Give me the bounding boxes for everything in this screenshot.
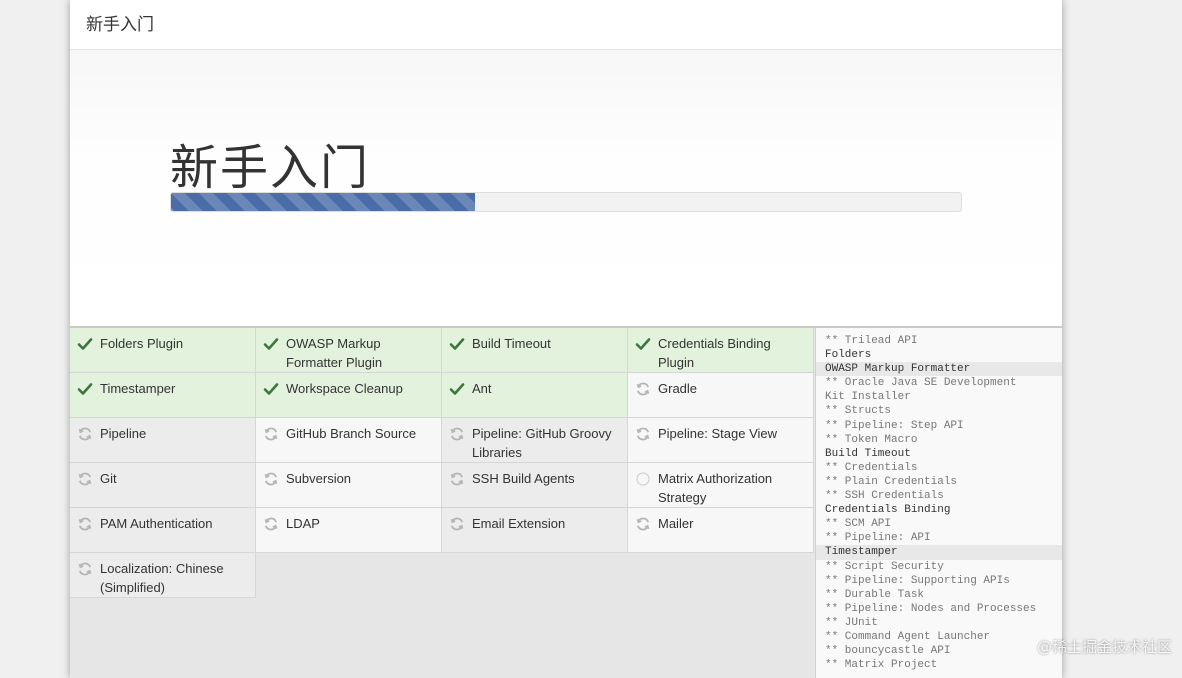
refresh-icon <box>635 381 651 397</box>
check-icon <box>77 336 93 352</box>
plugin-label: Mailer <box>658 516 694 531</box>
plugin-item: Gradle <box>628 373 814 418</box>
plugin-label: OWASP Markup Formatter Plugin <box>286 336 383 370</box>
log-line: OWASP Markup Formatter <box>816 362 1062 377</box>
plugin-grid: Folders Plugin OWASP Markup Formatter Plu… <box>70 328 814 598</box>
install-log[interactable]: ** Trilead API Folders OWASP Markup Format… <box>815 328 1062 678</box>
log-line: ** Script Security <box>825 560 944 573</box>
plugin-label: Pipeline: Stage View <box>658 426 778 441</box>
refresh-icon <box>263 516 279 532</box>
plugin-label: Build Timeout <box>472 336 551 351</box>
plugin-item: Matrix Authorization Strategy <box>628 463 814 508</box>
plugin-item: LDAP <box>256 508 442 553</box>
refresh-icon <box>77 471 93 487</box>
plugin-item: Pipeline: Stage View <box>628 418 814 463</box>
plugin-item: GitHub Branch Source <box>256 418 442 463</box>
plugin-label: GitHub Branch Source <box>286 426 417 441</box>
plugin-label: SSH Build Agents <box>472 471 575 486</box>
plugin-item: Email Extension <box>442 508 628 553</box>
log-line: Credentials Binding <box>825 504 951 517</box>
circle-icon <box>635 471 651 487</box>
log-line: ** Pipeline: Supporting APIs <box>825 574 1010 587</box>
log-line: Timestamper <box>816 545 1062 560</box>
plugin-label: Workspace Cleanup <box>286 381 403 396</box>
plugin-list: Folders Plugin OWASP Markup Formatter Plu… <box>70 328 814 678</box>
plugin-label: Localization: Chinese (Simplified) <box>100 561 224 595</box>
plugin-label: Email Extension <box>472 516 566 531</box>
refresh-icon <box>449 471 465 487</box>
check-icon <box>77 381 93 397</box>
dialog-title: 新手入门 <box>86 15 154 35</box>
log-line: ** Pipeline: Nodes and Processes <box>825 602 1037 615</box>
log-line: Kit Installer <box>825 391 911 404</box>
install-progress-bar <box>170 192 962 212</box>
plugin-label: Ant <box>472 381 492 396</box>
plugin-item: Build Timeout <box>442 328 628 373</box>
plugin-label: LDAP <box>286 516 320 531</box>
plugin-item: OWASP Markup Formatter Plugin <box>256 328 442 373</box>
log-line: ** SCM API <box>825 518 892 531</box>
page-title: 新手入门 <box>170 140 371 196</box>
refresh-icon <box>449 426 465 442</box>
log-line: ** Matrix Project <box>825 659 938 672</box>
log-line: ** Token Macro <box>825 433 918 446</box>
plugin-label: Subversion <box>286 471 352 486</box>
watermark: @稀土掘金技术社区 <box>1036 638 1172 656</box>
plugin-item: Credentials Binding Plugin <box>628 328 814 373</box>
check-icon <box>449 336 465 352</box>
plugin-label: Gradle <box>658 381 698 396</box>
plugin-item: Pipeline <box>70 418 256 463</box>
refresh-icon <box>635 426 651 442</box>
log-line: ** Pipeline: API <box>825 532 931 545</box>
plugin-label: Pipeline: GitHub Groovy Libraries <box>472 426 612 460</box>
plugin-label: Git <box>100 471 117 486</box>
refresh-icon <box>77 426 93 442</box>
log-line: ** Command Agent Launcher <box>825 630 991 643</box>
hero-panel: 新手入门 <box>70 50 1062 328</box>
plugin-item: Workspace Cleanup <box>256 373 442 418</box>
check-icon <box>449 381 465 397</box>
log-line: ** bouncycastle API <box>825 645 951 658</box>
plugin-item: Timestamper <box>70 373 256 418</box>
check-icon <box>635 336 651 352</box>
log-line: ** Plain Credentials <box>825 475 958 488</box>
plugin-item: PAM Authentication <box>70 508 256 553</box>
setup-wizard-dialog: 新手入门 新手入门 Folders Plugin OWASP Markup For… <box>70 0 1062 678</box>
log-line: ** Oracle Java SE Development <box>825 377 1017 390</box>
plugin-item: Pipeline: GitHub Groovy Libraries <box>442 418 628 463</box>
check-icon <box>263 381 279 397</box>
refresh-icon <box>449 516 465 532</box>
log-line: ** Pipeline: Step API <box>825 419 964 432</box>
refresh-icon <box>77 516 93 532</box>
plugin-item: SSH Build Agents <box>442 463 628 508</box>
log-line: ** SSH Credentials <box>825 490 944 503</box>
plugin-item: Mailer <box>628 508 814 553</box>
plugin-label: Matrix Authorization Strategy <box>658 471 773 505</box>
refresh-icon <box>263 471 279 487</box>
refresh-icon <box>77 561 93 577</box>
plugin-item: Subversion <box>256 463 442 508</box>
log-line: ** Trilead API <box>825 335 918 347</box>
progress-fill <box>171 193 476 211</box>
plugin-label: PAM Authentication <box>100 516 213 531</box>
log-line: ** JUnit <box>825 616 878 629</box>
log-line: Build Timeout <box>825 447 911 460</box>
log-line: ** Durable Task <box>825 588 925 601</box>
log-line: ** Credentials <box>825 461 918 474</box>
check-icon <box>263 336 279 352</box>
plugin-item: Ant <box>442 373 628 418</box>
plugin-label: Credentials Binding Plugin <box>658 336 771 370</box>
plugin-item: Localization: Chinese (Simplified) <box>70 553 256 598</box>
plugin-item: Folders Plugin <box>70 328 256 373</box>
refresh-icon <box>635 516 651 532</box>
plugin-label: Folders Plugin <box>100 336 184 351</box>
log-line: ** Structs <box>825 405 892 418</box>
plugin-label: Timestamper <box>100 381 176 396</box>
plugin-label: Pipeline <box>100 426 147 441</box>
dialog-header: 新手入门 <box>70 0 1062 50</box>
plugin-item: Git <box>70 463 256 508</box>
refresh-icon <box>263 426 279 442</box>
log-line: Folders <box>825 349 872 362</box>
